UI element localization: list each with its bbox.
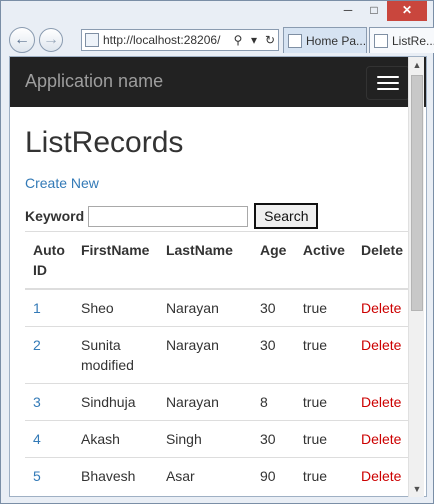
keyword-input[interactable] <box>88 205 249 227</box>
page-icon <box>85 33 99 47</box>
cell-lastname: Narayan <box>157 326 252 384</box>
back-arrow-icon[interactable]: ← <box>9 27 35 53</box>
cell-active: true <box>294 420 353 458</box>
header-age: Age <box>251 231 295 290</box>
record-id-link[interactable]: 5 <box>33 468 41 484</box>
address-bar[interactable]: http://localhost:28206/ ⚲ ▾ ↻ <box>81 29 279 51</box>
delete-link[interactable]: Delete <box>361 394 401 410</box>
scrollbar-thumb[interactable] <box>411 75 423 311</box>
header-active: Active <box>294 231 353 290</box>
record-id-link[interactable]: 3 <box>33 394 41 410</box>
browser-window: ─ □ ✕ ← → http://localhost:28206/ ⚲ ▾ ↻ … <box>0 0 434 504</box>
scroll-down-icon[interactable]: ▼ <box>409 481 425 497</box>
dropdown-icon[interactable]: ▾ <box>246 33 262 47</box>
search-icon[interactable]: ⚲ <box>230 33 246 47</box>
cell-firstname: Akash <box>72 420 158 458</box>
cell-active: true <box>294 457 353 494</box>
record-id-link[interactable]: 1 <box>33 300 41 316</box>
cell-age: 8 <box>251 383 295 421</box>
cell-lastname: Singh <box>157 420 252 458</box>
window-controls: ─ □ ✕ <box>335 1 427 21</box>
create-new-link[interactable]: Create New <box>25 173 411 193</box>
table-row: 3 Sindhuja Narayan 8 true Delete <box>25 383 411 421</box>
delete-link[interactable]: Delete <box>361 468 401 484</box>
app-name-link[interactable]: Application name <box>25 71 163 92</box>
cell-active: true <box>294 288 353 327</box>
minimize-icon[interactable]: ─ <box>335 1 361 21</box>
header-lastname: LastName <box>157 231 252 290</box>
cell-active: true <box>294 326 353 384</box>
page-icon <box>374 33 388 48</box>
table-row: 1 Sheo Narayan 30 true Delete <box>25 288 411 327</box>
header-firstname: FirstName <box>72 231 158 290</box>
maximize-icon[interactable]: □ <box>361 1 387 21</box>
search-button[interactable]: Search <box>254 203 319 229</box>
records-table: Auto ID FirstName LastName Age Active De… <box>25 231 411 494</box>
table-row: 2 Sunita modified Narayan 30 true Delete <box>25 326 411 384</box>
close-icon[interactable]: ✕ <box>387 1 427 21</box>
table-header-row: Auto ID FirstName LastName Age Active De… <box>25 231 411 290</box>
vertical-scrollbar[interactable]: ▲ ▼ <box>408 57 424 497</box>
page-viewport: Application name ListRecords Create New … <box>9 56 427 497</box>
page-icon <box>288 33 302 48</box>
cell-firstname: Sheo <box>72 288 158 327</box>
tab-home[interactable]: Home Pa... <box>283 27 367 53</box>
cell-firstname: Sunita modified <box>72 326 158 384</box>
hamburger-icon <box>377 82 399 84</box>
cell-lastname: Asar <box>157 457 252 494</box>
forward-arrow-icon[interactable]: → <box>39 28 63 52</box>
table-row: 4 Akash Singh 30 true Delete <box>25 420 411 458</box>
main-content: ListRecords Create New Keyword Search Au… <box>10 126 426 494</box>
cell-age: 30 <box>251 288 295 327</box>
cell-firstname: Sindhuja <box>72 383 158 421</box>
cell-lastname: Narayan <box>157 383 252 421</box>
navbar: Application name <box>10 57 426 107</box>
record-id-link[interactable]: 2 <box>33 337 41 353</box>
cell-age: 30 <box>251 326 295 384</box>
search-form: Keyword Search <box>25 203 411 229</box>
hamburger-icon <box>377 88 399 90</box>
cell-active: true <box>294 383 353 421</box>
browser-toolbar: ← → http://localhost:28206/ ⚲ ▾ ↻ Home P… <box>1 23 434 55</box>
record-id-link[interactable]: 4 <box>33 431 41 447</box>
header-delete: Delete <box>352 231 411 290</box>
cell-lastname: Narayan <box>157 288 252 327</box>
refresh-icon[interactable]: ↻ <box>262 33 278 47</box>
tab-label: ListRe... <box>392 33 434 48</box>
delete-link[interactable]: Delete <box>361 300 401 316</box>
page-title: ListRecords <box>25 126 184 159</box>
url-text[interactable]: http://localhost:28206/ <box>103 33 230 47</box>
keyword-label: Keyword <box>25 208 85 224</box>
hamburger-icon <box>377 76 399 78</box>
table-row: 5 Bhavesh Asar 90 true Delete <box>25 457 411 494</box>
header-auto-id: Auto ID <box>25 231 73 290</box>
cell-firstname: Bhavesh <box>72 457 158 494</box>
cell-age: 90 <box>251 457 295 494</box>
scroll-up-icon[interactable]: ▲ <box>409 57 425 73</box>
tab-label: Home Pa... <box>306 33 367 48</box>
delete-link[interactable]: Delete <box>361 337 401 353</box>
menu-toggle-button[interactable] <box>366 66 410 100</box>
cell-age: 30 <box>251 420 295 458</box>
delete-link[interactable]: Delete <box>361 431 401 447</box>
tab-listrecords[interactable]: ListRe... <box>369 27 434 53</box>
